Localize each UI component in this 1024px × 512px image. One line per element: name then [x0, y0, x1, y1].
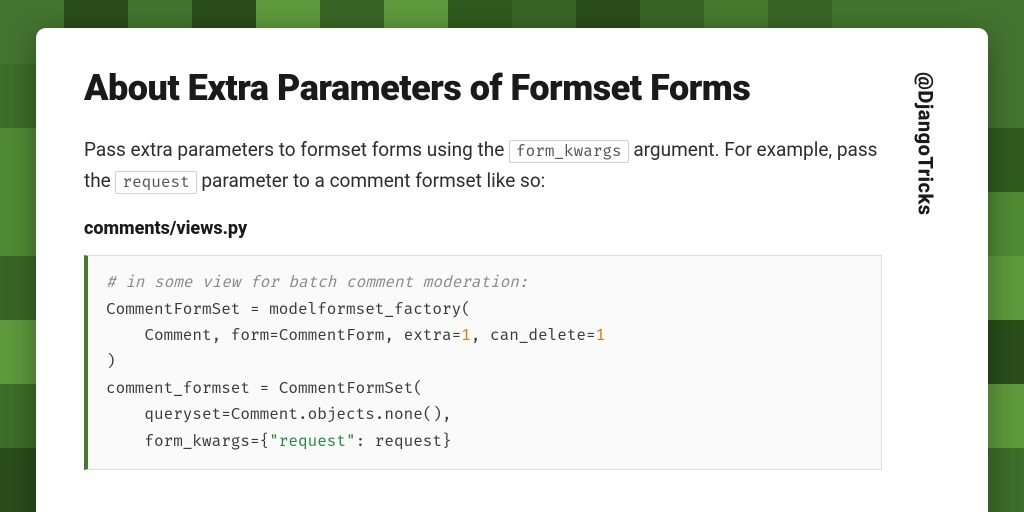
- main-column: About Extra Parameters of Formset Forms …: [84, 68, 882, 512]
- code-number: 1: [461, 326, 471, 345]
- content-card: About Extra Parameters of Formset Forms …: [36, 28, 988, 512]
- code-line: form_kwargs={: [106, 432, 269, 451]
- code-line: Comment, form=CommentForm, extra=: [106, 326, 461, 345]
- intro-paragraph: Pass extra parameters to formset forms u…: [84, 135, 882, 196]
- intro-text-3: parameter to a comment formset like so:: [197, 169, 546, 192]
- author-handle: @DjangoTricks: [914, 68, 938, 216]
- intro-text-1: Pass extra parameters to formset forms u…: [84, 138, 509, 161]
- side-column: @DjangoTricks: [910, 68, 940, 512]
- code-line: : request}: [356, 432, 452, 451]
- code-block: # in some view for batch comment moderat…: [84, 255, 882, 470]
- inline-code-form-kwargs: form_kwargs: [509, 140, 629, 163]
- code-line: comment_formset = CommentFormSet(: [106, 379, 423, 398]
- code-line: , can_delete=: [471, 326, 596, 345]
- code-number: 1: [596, 326, 606, 345]
- code-comment: # in some view for batch comment moderat…: [106, 273, 528, 292]
- code-line: CommentFormSet = modelformset_factory(: [106, 300, 471, 319]
- code-line: ): [106, 352, 116, 371]
- file-label: comments/views.py: [84, 218, 882, 239]
- page-title: About Extra Parameters of Formset Forms: [84, 68, 882, 109]
- inline-code-request: request: [115, 171, 196, 194]
- code-line: queryset=Comment.objects.none(),: [106, 405, 452, 424]
- code-string: "request": [269, 432, 355, 451]
